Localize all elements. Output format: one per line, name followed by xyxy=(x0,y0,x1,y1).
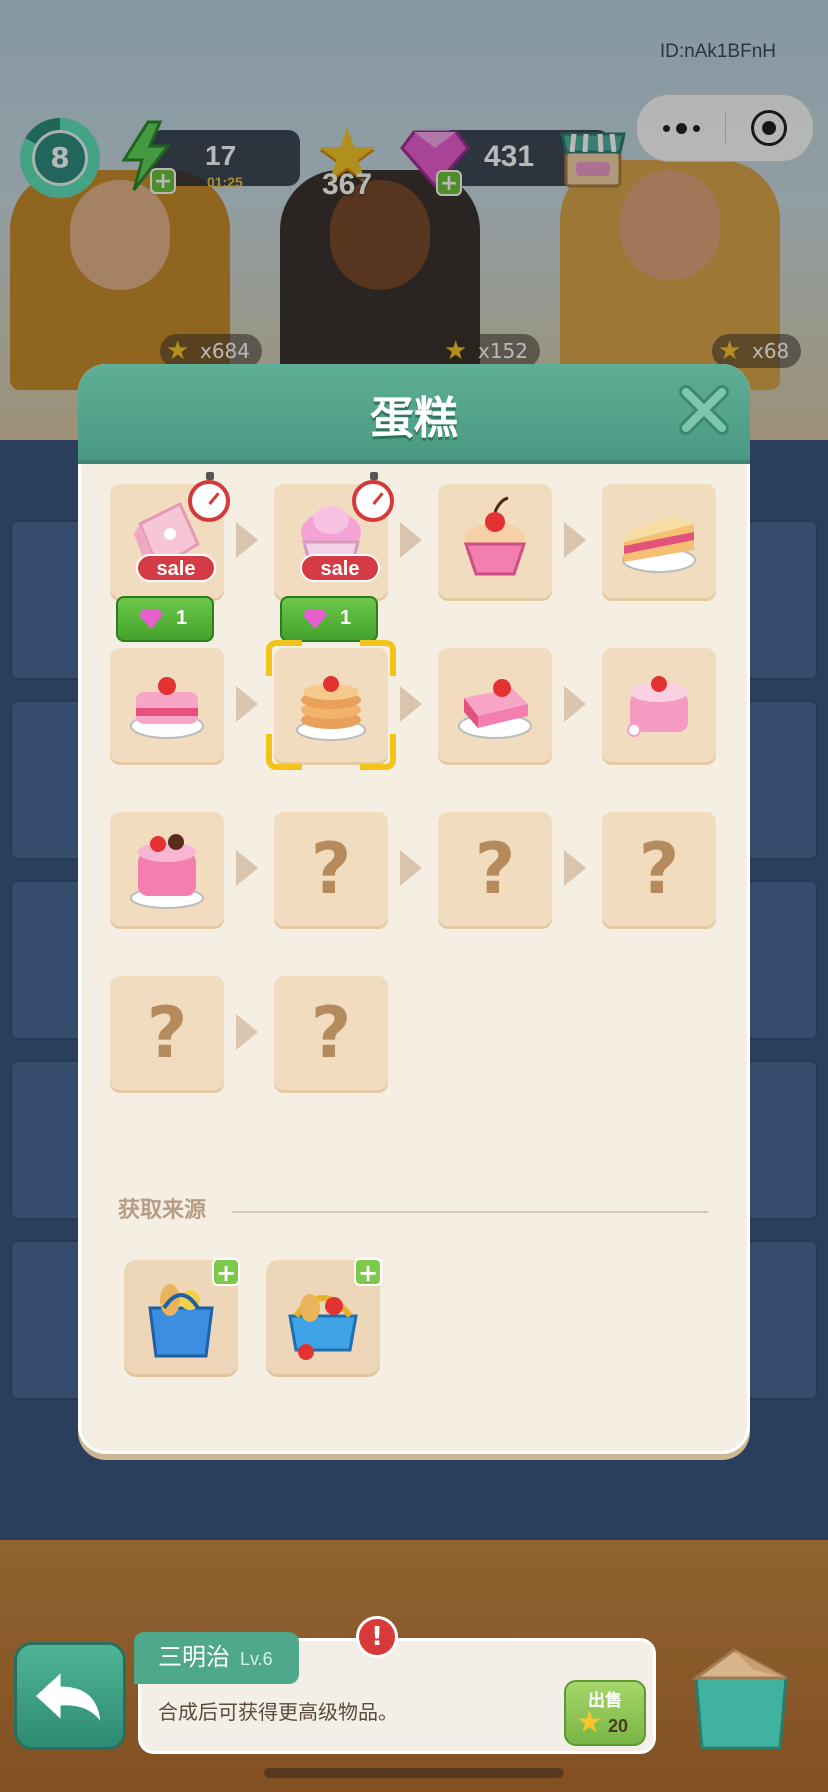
sell-button[interactable]: 出售 ★ 20 xyxy=(564,1680,646,1746)
chain-item-locked[interactable]: ? xyxy=(110,976,224,1090)
close-button[interactable] xyxy=(676,382,732,438)
unknown-item-mark: ? xyxy=(474,828,516,910)
item-name-tab: 三明治 Lv.6 xyxy=(134,1632,299,1684)
chain-arrow-icon xyxy=(564,686,586,722)
storage-box-icon[interactable] xyxy=(676,1630,806,1760)
cake-slice-icon xyxy=(622,516,696,573)
source-section-label: 获取来源 xyxy=(118,1198,207,1223)
item-name: 三明治 xyxy=(158,1643,230,1671)
add-source-icon: + xyxy=(354,1258,382,1286)
sale-tag: sale xyxy=(300,554,380,582)
item-level: Lv.6 xyxy=(240,1649,273,1669)
cherry-cupcake-icon xyxy=(463,496,527,576)
selection-highlight xyxy=(266,640,396,770)
undo-arrow-icon xyxy=(36,1673,101,1721)
chain-item-7[interactable] xyxy=(438,648,552,762)
buy-with-gem-button[interactable]: 1 xyxy=(116,596,214,642)
add-source-icon: + xyxy=(212,1258,240,1286)
timer-icon xyxy=(188,472,230,522)
gem-cost: 1 xyxy=(176,607,188,629)
chain-item-locked[interactable]: ? xyxy=(438,812,552,926)
gem-icon xyxy=(139,609,163,629)
item-hint: 合成后可获得更高级物品。 xyxy=(158,1700,398,1724)
chain-arrow-icon xyxy=(400,522,422,558)
chain-item-locked[interactable]: ? xyxy=(602,812,716,926)
chain-item-locked[interactable]: ? xyxy=(274,976,388,1090)
unknown-item-mark: ? xyxy=(310,828,352,910)
buy-with-gem-button[interactable]: 1 xyxy=(280,596,378,642)
chain-item-3[interactable] xyxy=(438,484,552,598)
chain-arrow-icon xyxy=(236,522,258,558)
decorated-layer-cake-icon xyxy=(130,834,204,909)
cherry-cake-slice-icon xyxy=(130,677,204,739)
strawberry-cake-slice-icon xyxy=(458,679,532,739)
strawberry-round-cake-icon xyxy=(627,676,688,737)
timer-icon xyxy=(352,472,394,522)
source-grocery-bag[interactable]: + xyxy=(124,1258,240,1374)
alert-icon[interactable]: ! xyxy=(356,1616,398,1658)
chain-arrow-icon xyxy=(564,522,586,558)
sell-value: 20 xyxy=(608,1716,629,1736)
unknown-item-mark: ? xyxy=(638,828,680,910)
merge-chain-modal: 蛋糕 sale sale 1 1 ? ? ? ? ? 获取来源 + + xyxy=(78,364,750,1454)
chain-arrow-icon xyxy=(236,850,258,886)
modal-header: 蛋糕 xyxy=(78,364,750,464)
chain-arrow-icon xyxy=(400,686,422,722)
home-indicator xyxy=(264,1768,564,1778)
source-food-basket[interactable]: + xyxy=(266,1258,382,1374)
modal-title: 蛋糕 xyxy=(370,393,458,444)
back-button[interactable] xyxy=(14,1642,126,1750)
chain-item-9[interactable] xyxy=(110,812,224,926)
source-divider xyxy=(232,1211,708,1213)
chain-arrow-icon xyxy=(236,1014,258,1050)
unknown-item-mark: ? xyxy=(310,992,352,1074)
chain-arrow-icon xyxy=(400,850,422,886)
chain-arrow-icon xyxy=(236,686,258,722)
gem-cost: 1 xyxy=(340,607,352,629)
chain-item-5[interactable] xyxy=(110,648,224,762)
star-icon: ★ xyxy=(576,1705,603,1740)
chain-arrow-icon xyxy=(564,850,586,886)
sale-tag: sale xyxy=(136,554,216,582)
chain-item-locked[interactable]: ? xyxy=(274,812,388,926)
chain-item-8[interactable] xyxy=(602,648,716,762)
unknown-item-mark: ? xyxy=(146,992,188,1074)
gem-icon xyxy=(303,609,327,629)
chain-item-4[interactable] xyxy=(602,484,716,598)
